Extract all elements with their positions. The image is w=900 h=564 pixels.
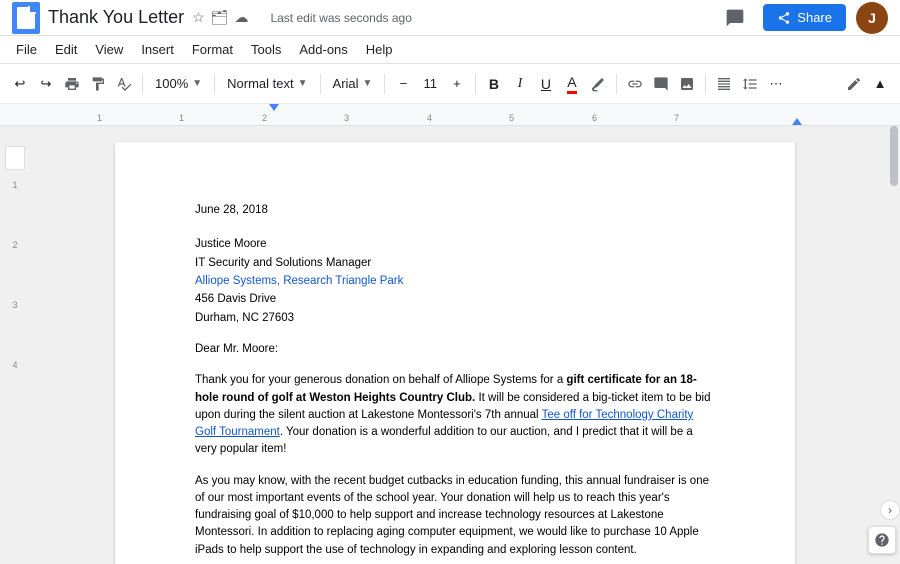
separator-1 [142,74,143,94]
link-button[interactable] [623,70,647,98]
menu-help[interactable]: Help [358,40,401,59]
font-dropdown[interactable]: Arial ▼ [327,70,379,98]
right-sidebar: › [880,126,900,564]
right-indent-marker[interactable] [792,118,802,125]
highlight-button[interactable] [586,70,610,98]
print-button[interactable] [60,70,84,98]
zoom-arrow-icon: ▼ [192,78,202,89]
font-size-increase[interactable]: + [445,70,469,98]
menu-tools[interactable]: Tools [243,40,289,59]
scrollbar-track [890,126,898,564]
menu-edit[interactable]: Edit [47,40,85,59]
left-indent-marker[interactable] [269,104,279,111]
collapse-panel-button[interactable]: › [880,500,900,520]
recipient-company: Alliope Systems, Research Triangle Park [195,272,715,290]
comment-button[interactable] [649,70,673,98]
font-size-dropdown[interactable]: 11 [417,70,443,98]
separator-2 [214,74,215,94]
edit-mode-button[interactable] [842,70,866,98]
document-scroll-area[interactable]: June 28, 2018 Justice Moore IT Security … [30,126,880,564]
separator-3 [320,74,321,94]
more-button[interactable]: ⋯ [764,70,788,98]
image-button[interactable] [675,70,699,98]
collapse-toolbar-button[interactable]: ▲ [868,70,892,98]
scrollbar-thumb[interactable] [890,126,898,186]
document-title[interactable]: Thank You Letter [48,7,184,28]
recipient-address1: 456 Davis Drive [195,290,715,308]
para1-pre: Thank you for your generous donation on … [195,374,566,386]
last-edit-text: Last edit was seconds ago [270,11,717,25]
recipient-name: Justice Moore [195,235,715,253]
comments-button[interactable] [717,0,753,36]
letter-date: June 28, 2018 [195,202,715,219]
separator-7 [705,74,706,94]
folder-icon[interactable]: 🗂 [211,9,229,26]
star-icon[interactable]: ☆ [192,9,205,26]
text-color-button[interactable]: A [560,70,584,98]
page-thumbnail-1 [5,146,25,170]
explore-button[interactable] [868,526,896,554]
recipient-address: Justice Moore IT Security and Solutions … [195,235,715,327]
main-area: 1 2 3 4 June 28, 2018 Justice Moore IT S… [0,126,900,564]
toolbar: ↩ ↪ 100% ▼ Normal text ▼ Arial ▼ − 11 + … [0,64,900,104]
spell-check-button[interactable] [112,70,136,98]
paint-format-button[interactable] [86,70,110,98]
page-number-4: 4 [12,360,17,370]
greeting: Dear Mr. Moore: [195,341,715,358]
paragraph-2: As you may know, with the recent budget … [195,473,715,559]
title-bar: Thank You Letter ☆ 🗂 ☁ Last edit was sec… [0,0,900,36]
menu-view[interactable]: View [87,40,131,59]
separator-5 [475,74,476,94]
font-arrow-icon: ▼ [363,78,373,89]
style-arrow-icon: ▼ [298,78,308,89]
recipient-address2: Durham, NC 27603 [195,309,715,327]
user-avatar[interactable]: J [856,2,888,34]
share-button[interactable]: Share [763,4,846,31]
menu-bar: File Edit View Insert Format Tools Add-o… [0,36,900,64]
page-number-1: 1 [12,180,17,190]
menu-insert[interactable]: Insert [133,40,182,59]
style-dropdown[interactable]: Normal text ▼ [221,70,313,98]
menu-addons[interactable]: Add-ons [291,40,355,59]
bold-button[interactable]: B [482,70,506,98]
paragraph-1: Thank you for your generous donation on … [195,372,715,458]
page-number-3: 3 [12,300,17,310]
menu-file[interactable]: File [8,40,45,59]
line-spacing-button[interactable] [738,70,762,98]
font-size-decrease[interactable]: − [391,70,415,98]
underline-button[interactable]: U [534,70,558,98]
zoom-dropdown[interactable]: 100% ▼ [149,70,208,98]
page-number-2: 2 [12,240,17,250]
undo-button[interactable]: ↩ [8,70,32,98]
left-sidebar: 1 2 3 4 [0,126,30,564]
google-docs-icon [12,2,40,34]
separator-4 [384,74,385,94]
ruler: 1 1 2 3 4 5 6 7 [0,104,900,126]
separator-6 [616,74,617,94]
italic-button[interactable]: I [508,70,532,98]
align-button[interactable] [712,70,736,98]
header-right: Share J [717,0,888,36]
document-page[interactable]: June 28, 2018 Justice Moore IT Security … [115,142,795,564]
menu-format[interactable]: Format [184,40,241,59]
cloud-icon[interactable]: ☁ [234,9,248,26]
recipient-title: IT Security and Solutions Manager [195,254,715,272]
redo-button[interactable]: ↪ [34,70,58,98]
